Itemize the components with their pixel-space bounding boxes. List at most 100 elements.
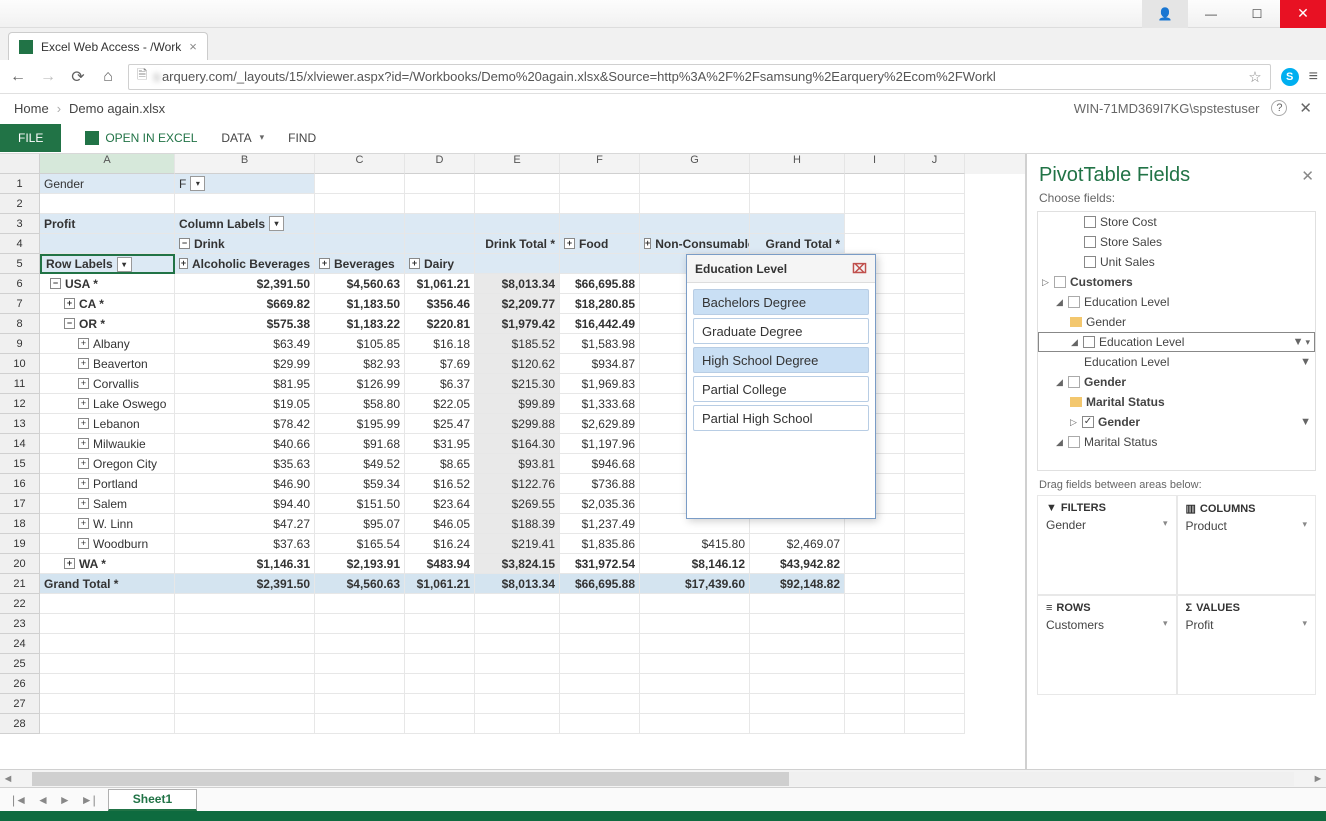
checkbox-icon[interactable] <box>1084 216 1096 228</box>
chrome-menu-icon[interactable]: ≡ <box>1309 68 1318 86</box>
data-menu[interactable]: DATA <box>221 131 264 145</box>
expand-icon[interactable]: + <box>319 258 330 269</box>
first-sheet-icon[interactable]: |◄ <box>12 793 27 807</box>
expand-icon[interactable]: + <box>564 238 575 249</box>
next-sheet-icon[interactable]: ► <box>59 793 71 807</box>
expand-icon[interactable]: + <box>78 398 89 409</box>
expand-icon[interactable]: − <box>64 318 75 329</box>
column-header[interactable]: J <box>905 154 965 174</box>
home-icon[interactable]: ⌂ <box>98 68 118 86</box>
row-header[interactable]: 3 <box>0 214 40 234</box>
collapse-icon[interactable]: ◢ <box>1056 297 1066 308</box>
checkbox-checked-icon[interactable]: ✓ <box>1082 416 1094 428</box>
reload-icon[interactable]: ⟳ <box>68 67 88 87</box>
dropdown-icon[interactable]: ▾ <box>1302 519 1307 533</box>
row-header[interactable]: 18 <box>0 514 40 534</box>
slicer-education-level[interactable]: Education Level ⌧ Bachelors Degree Gradua… <box>686 254 876 519</box>
last-sheet-icon[interactable]: ►| <box>81 793 96 807</box>
horizontal-scrollbar[interactable]: ◄ ► <box>0 769 1326 787</box>
prev-sheet-icon[interactable]: ◄ <box>37 793 49 807</box>
file-tab[interactable]: FILE <box>0 124 61 152</box>
scroll-right-icon[interactable]: ► <box>1310 773 1326 785</box>
expand-icon[interactable]: + <box>78 338 89 349</box>
row-header[interactable]: 2 <box>0 194 40 214</box>
breadcrumb-home[interactable]: Home <box>14 101 49 116</box>
expand-icon[interactable]: + <box>78 358 89 369</box>
row-labels-cell[interactable]: Row Labels▾ <box>40 254 175 274</box>
filters-area[interactable]: ▼FILTERS Gender▾ <box>1037 495 1177 595</box>
row-header[interactable]: 13 <box>0 414 40 434</box>
skype-icon[interactable]: S <box>1281 68 1299 86</box>
back-icon[interactable]: ← <box>8 68 28 86</box>
expand-icon[interactable]: + <box>78 378 89 389</box>
bookmark-star-icon[interactable]: ☆ <box>1248 68 1261 86</box>
row-header[interactable]: 26 <box>0 674 40 694</box>
dropdown-icon[interactable]: ▾ <box>1163 618 1168 632</box>
column-header[interactable]: E <box>475 154 560 174</box>
row-header[interactable]: 11 <box>0 374 40 394</box>
filter-icon[interactable]: ▼ <box>1300 416 1311 428</box>
close-pane-icon[interactable]: ✕ <box>1299 99 1312 117</box>
slicer-item[interactable]: Partial College <box>693 376 869 402</box>
maximize-button[interactable]: ☐ <box>1234 0 1280 28</box>
collapse-icon[interactable]: − <box>179 238 190 249</box>
pane-close-icon[interactable]: ✕ <box>1301 167 1314 185</box>
row-header[interactable]: 9 <box>0 334 40 354</box>
sheet-tab[interactable]: Sheet1 <box>108 789 197 811</box>
column-header[interactable]: B <box>175 154 315 174</box>
user-icon[interactable]: 👤 <box>1142 0 1188 28</box>
field-education-level-selected[interactable]: ◢Education Level▼▾ <box>1038 332 1315 352</box>
scrollbar-thumb[interactable] <box>32 772 789 786</box>
expand-icon[interactable]: + <box>409 258 420 269</box>
row-header[interactable]: 16 <box>0 474 40 494</box>
checkbox-icon[interactable] <box>1083 336 1095 348</box>
row-header[interactable]: 15 <box>0 454 40 474</box>
expand-icon[interactable]: + <box>78 458 89 469</box>
browser-tab[interactable]: Excel Web Access - /Work × <box>8 32 208 60</box>
column-header[interactable]: G <box>640 154 750 174</box>
row-header[interactable]: 20 <box>0 554 40 574</box>
row-header[interactable]: 5 <box>0 254 40 274</box>
row-header[interactable]: 17 <box>0 494 40 514</box>
open-in-excel-button[interactable]: OPEN IN EXCEL <box>85 131 197 145</box>
field-education-level[interactable]: ◢Education Level <box>1038 292 1315 312</box>
expand-icon[interactable]: + <box>78 518 89 529</box>
slicer-item[interactable]: Bachelors Degree <box>693 289 869 315</box>
slicer-item[interactable]: Partial High School <box>693 405 869 431</box>
row-header[interactable]: 19 <box>0 534 40 554</box>
expand-icon[interactable]: + <box>179 258 188 269</box>
dropdown-icon[interactable]: ▾ <box>1302 618 1307 632</box>
row-header[interactable]: 27 <box>0 694 40 714</box>
row-header[interactable]: 10 <box>0 354 40 374</box>
dropdown-icon[interactable]: ▾ <box>269 216 284 231</box>
url-input[interactable]: 🗎 s arquery.com/_layouts/15/xlviewer.asp… <box>128 64 1271 90</box>
expand-icon[interactable]: + <box>78 438 89 449</box>
field-gender[interactable]: ◢Gender <box>1038 372 1315 392</box>
row-header[interactable]: 7 <box>0 294 40 314</box>
expand-icon[interactable]: + <box>64 298 75 309</box>
row-header[interactable]: 12 <box>0 394 40 414</box>
column-header[interactable]: F <box>560 154 640 174</box>
select-all-corner[interactable] <box>0 154 40 174</box>
row-header[interactable]: 14 <box>0 434 40 454</box>
find-button[interactable]: FIND <box>288 131 316 145</box>
row-header[interactable]: 1 <box>0 174 40 194</box>
scroll-left-icon[interactable]: ◄ <box>0 773 16 785</box>
close-button[interactable]: ✕ <box>1280 0 1326 28</box>
fields-list[interactable]: Store Cost Store Sales Unit Sales ▷Custo… <box>1037 211 1316 471</box>
columns-area[interactable]: ▥COLUMNS Product▾ <box>1177 495 1317 595</box>
field-customers[interactable]: ▷Customers <box>1038 272 1315 292</box>
slicer-header[interactable]: Education Level ⌧ <box>687 255 875 283</box>
row-header[interactable]: 4 <box>0 234 40 254</box>
column-header[interactable]: I <box>845 154 905 174</box>
column-header[interactable]: D <box>405 154 475 174</box>
clear-filter-icon[interactable]: ⌧ <box>852 261 867 277</box>
filter-icon[interactable]: ▼ <box>1293 336 1304 348</box>
dropdown-icon[interactable]: ▾ <box>117 257 132 272</box>
column-header[interactable]: C <box>315 154 405 174</box>
expand-icon[interactable]: + <box>78 418 89 429</box>
filter-icon[interactable]: ▼ <box>1300 356 1311 368</box>
slicer-item[interactable]: Graduate Degree <box>693 318 869 344</box>
checkbox-icon[interactable] <box>1084 256 1096 268</box>
collapse-icon[interactable]: ▷ <box>1042 277 1052 288</box>
